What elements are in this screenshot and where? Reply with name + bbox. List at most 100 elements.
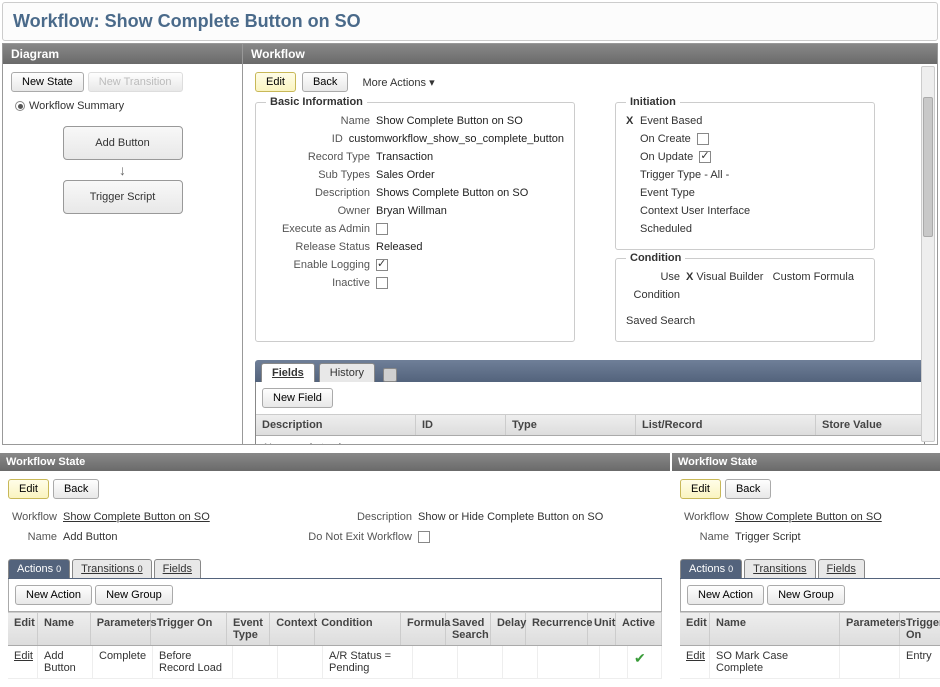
condition-label: Condition (626, 289, 686, 301)
sr-back-button[interactable]: Back (725, 479, 771, 499)
sl-new-action-button[interactable]: New Action (15, 585, 92, 605)
sl-wf-link[interactable]: Show Complete Button on SO (63, 511, 210, 523)
new-transition-button: New Transition (88, 72, 183, 92)
sr-action-row[interactable]: Edit SO Mark Case Complete Entry (680, 646, 940, 679)
on-create-label: On Create (640, 133, 691, 145)
sl-th-active: Active (616, 613, 662, 645)
workflow-back-button[interactable]: Back (302, 72, 348, 92)
on-update-checkbox[interactable] (699, 151, 711, 163)
inactive-checkbox[interactable] (376, 277, 388, 289)
sl-row-trig: Before Record Load (153, 646, 233, 678)
workflow-edit-button[interactable]: Edit (255, 72, 296, 92)
use-custom-formula: Custom Formula (773, 271, 854, 283)
more-actions-dropdown[interactable]: More Actions ▾ (362, 76, 434, 89)
sl-tab-fields[interactable]: Fields (154, 559, 201, 578)
new-field-button[interactable]: New Field (262, 388, 333, 408)
sl-th-name: Name (38, 613, 91, 645)
on-create-checkbox[interactable] (697, 133, 709, 145)
fields-history-tabs: Fields History (255, 360, 925, 382)
execute-as-admin-checkbox[interactable] (376, 223, 388, 235)
bi-st-label: Sub Types (266, 169, 376, 181)
bi-own-value: Bryan Willman (376, 205, 564, 217)
bi-rt-label: Record Type (266, 151, 376, 163)
sr-th-edit: Edit (680, 613, 710, 645)
sr-name-label: Name (680, 531, 735, 543)
arrow-down-icon: ↓ (11, 162, 234, 178)
th-listrecord: List/Record (636, 415, 816, 435)
scheduled-label: Scheduled (640, 223, 692, 235)
initiation-legend: Initiation (626, 96, 680, 108)
sl-desc-value: Show or Hide Complete Button on SO (418, 511, 603, 523)
sl-th-ss: Saved Search (446, 613, 491, 645)
sl-th-unit: Unit (588, 613, 616, 645)
bi-rel-value: Released (376, 241, 564, 253)
tab-expand-icon[interactable] (383, 368, 397, 382)
use-visual-builder: Visual Builder (696, 271, 763, 283)
fields-empty-row: No records to show. (256, 436, 924, 444)
sr-tab-actions[interactable]: Actions 0 (680, 559, 742, 578)
trigger-type-label: Trigger Type (640, 169, 701, 181)
sr-new-action-button[interactable]: New Action (687, 585, 764, 605)
sl-desc-label: Description (308, 511, 418, 523)
sr-th-trig: Trigger On (900, 613, 940, 645)
diagram-header: Diagram (3, 44, 242, 64)
sr-wf-label: Workflow (680, 511, 735, 523)
sr-new-group-button[interactable]: New Group (767, 585, 845, 605)
bi-rel-label: Release Status (266, 241, 376, 253)
diagram-node-trigger-script[interactable]: Trigger Script (63, 180, 183, 214)
th-type: Type (506, 415, 636, 435)
sl-wf-label: Workflow (8, 511, 63, 523)
th-description: Description (256, 415, 416, 435)
bi-st-value: Sales Order (376, 169, 564, 181)
sr-th-name: Name (710, 613, 840, 645)
state-left-header: Workflow State (0, 453, 670, 471)
sr-wf-link[interactable]: Show Complete Button on SO (735, 511, 882, 523)
lower-section: Workflow State Edit Back WorkflowShow Co… (0, 453, 940, 687)
sl-action-row[interactable]: Edit Add Button Complete Before Record L… (8, 646, 662, 679)
state-left-back-button[interactable]: Back (53, 479, 99, 499)
bi-id-value: customworkflow_show_so_complete_button (349, 133, 564, 145)
diagram-node-add-button[interactable]: Add Button (63, 126, 183, 160)
scrollbar-thumb[interactable] (923, 97, 933, 237)
workflow-header: Workflow (243, 44, 937, 64)
enable-logging-checkbox[interactable] (376, 259, 388, 271)
th-storevalue: Store Value (816, 415, 924, 435)
sl-tab-actions[interactable]: Actions 0 (8, 559, 70, 578)
tab-history[interactable]: History (319, 363, 375, 382)
scrollbar[interactable] (921, 66, 935, 442)
sl-exit-label: Do Not Exit Workflow (308, 531, 418, 543)
sl-row-name: Add Button (38, 646, 93, 678)
bi-desc-value: Shows Complete Button on SO (376, 187, 564, 199)
state-left-edit-button[interactable]: Edit (8, 479, 49, 499)
diagram-panel: Diagram New State New Transition Workflo… (3, 44, 243, 444)
th-id: ID (416, 415, 506, 435)
workflow-panel: Workflow Edit Back More Actions ▾ Basic … (243, 44, 937, 444)
sl-row-edit[interactable]: Edit (8, 646, 38, 678)
bi-name-value: Show Complete Button on SO (376, 115, 564, 127)
bi-exa-label: Execute as Admin (266, 223, 376, 235)
bi-id-label: ID (266, 133, 349, 145)
bi-own-label: Owner (266, 205, 376, 217)
sl-new-group-button[interactable]: New Group (95, 585, 173, 605)
sl-th-trig: Trigger On (151, 613, 227, 645)
sr-row-edit[interactable]: Edit (680, 646, 710, 678)
context-label: Context (640, 205, 678, 217)
do-not-exit-checkbox[interactable] (418, 531, 430, 543)
bi-inact-label: Inactive (266, 277, 376, 289)
page-title: Workflow: Show Complete Button on SO (2, 2, 938, 41)
sr-tab-transitions[interactable]: Transitions (744, 559, 815, 578)
bi-rt-value: Transaction (376, 151, 564, 163)
bi-name-label: Name (266, 115, 376, 127)
workflow-summary-radio[interactable]: Workflow Summary (15, 100, 234, 112)
sl-tab-transitions[interactable]: Transitions 0 (72, 559, 151, 578)
sr-edit-button[interactable]: Edit (680, 479, 721, 499)
basic-info-legend: Basic Information (266, 96, 367, 108)
tab-fields[interactable]: Fields (261, 363, 315, 382)
sl-th-rec: Recurrence (526, 613, 588, 645)
sr-row-name: SO Mark Case Complete (710, 646, 840, 678)
event-based-label: Event Based (640, 115, 702, 127)
sr-row-trig: Entry (900, 646, 940, 678)
new-state-button[interactable]: New State (11, 72, 84, 92)
sr-tab-fields[interactable]: Fields (818, 559, 865, 578)
sr-name-value: Trigger Script (735, 531, 801, 543)
